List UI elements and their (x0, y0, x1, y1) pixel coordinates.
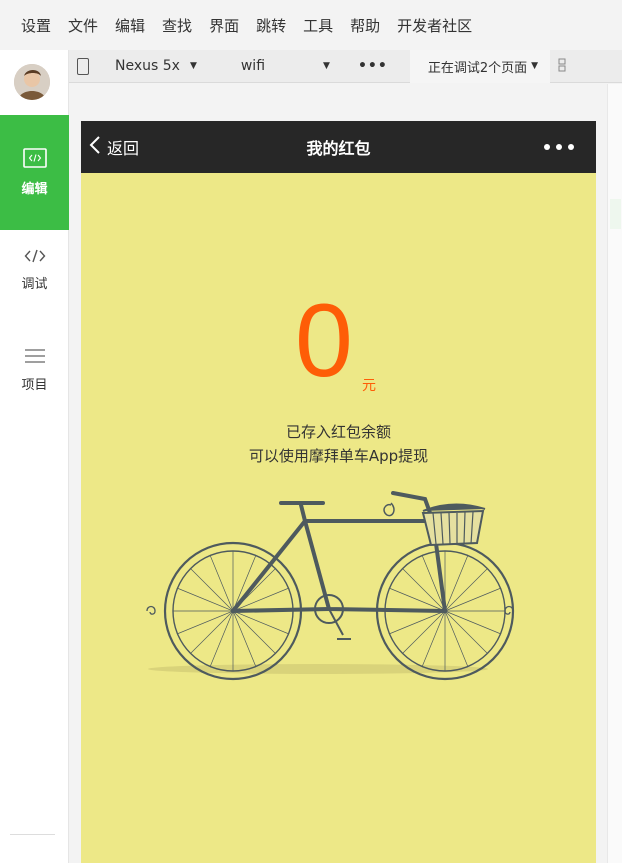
more-options-button[interactable]: ••• (358, 58, 388, 74)
menu-item-dev-community[interactable]: 开发者社区 (397, 15, 472, 36)
network-select-label: wifi (240, 58, 266, 74)
sidebar-divider (10, 834, 55, 835)
code-window-icon (22, 148, 47, 172)
device-select[interactable]: Nexus 5x ▼ (115, 58, 197, 74)
menu-bar: 设置 文件 编辑 查找 界面 跳转 工具 帮助 开发者社区 (0, 0, 622, 50)
caret-down-icon: ▼ (189, 61, 197, 71)
device-select-label: Nexus 5x (115, 58, 180, 74)
balance-amount: 0 (295, 283, 353, 399)
sidebar-item-edit[interactable]: 编辑 (0, 115, 69, 230)
menu-item-edit[interactable]: 编辑 (115, 15, 145, 36)
menu-lines-icon (24, 348, 46, 368)
sidebar-item-label: 编辑 (21, 182, 48, 197)
network-select[interactable]: wifi ▼ (241, 58, 330, 74)
caret-down-icon: ▼ (323, 61, 330, 71)
bicycle-illustration (146, 491, 515, 681)
sidebar: 编辑 调试 项目 (0, 50, 69, 863)
dot-icon (544, 144, 550, 150)
balance-unit: 元 (362, 378, 376, 394)
dot-icon (568, 144, 574, 150)
menu-item-settings[interactable]: 设置 (21, 15, 51, 36)
withdraw-hint: 可以使用摩拜单车App提现 (248, 447, 429, 465)
menu-item-find[interactable]: 查找 (162, 15, 192, 36)
editor-line-highlight (610, 199, 621, 229)
menu-item-view[interactable]: 界面 (209, 15, 239, 36)
editor-panel-edge (607, 84, 622, 863)
phone-screen: 返回 我的红包 0 元 已存入红包余额 可以使用摩拜单车App提现 (81, 121, 596, 863)
caret-down-icon: ▼ (531, 61, 539, 71)
phone-frame-icon[interactable] (77, 57, 89, 75)
more-menu-button[interactable] (544, 121, 574, 173)
menu-item-tools[interactable]: 工具 (303, 15, 333, 36)
balance-description: 已存入红包余额 (285, 423, 391, 441)
debug-pages-select[interactable]: 正在调试2个页面 ▼ (409, 49, 551, 83)
sidebar-item-label: 项目 (21, 377, 48, 393)
code-brackets-icon (24, 248, 46, 267)
menu-item-help[interactable]: 帮助 (350, 15, 380, 36)
menu-item-goto[interactable]: 跳转 (256, 15, 286, 36)
sidebar-item-project[interactable]: 项目 (0, 325, 69, 415)
debug-pages-label: 正在调试2个页面 (427, 60, 528, 76)
avatar[interactable] (14, 64, 50, 100)
sidebar-item-debug[interactable]: 调试 (0, 225, 69, 315)
page-title: 我的红包 (306, 139, 371, 158)
panel-icon[interactable] (558, 58, 566, 75)
simulator-toolbar: Nexus 5x ▼ wifi ▼ ••• 正在调试2个页面 ▼ (69, 49, 622, 83)
menu-item-file[interactable]: 文件 (68, 15, 98, 36)
nav-bar: 返回 我的红包 (81, 121, 596, 173)
dot-icon (556, 144, 562, 150)
sidebar-item-label: 调试 (21, 277, 48, 292)
